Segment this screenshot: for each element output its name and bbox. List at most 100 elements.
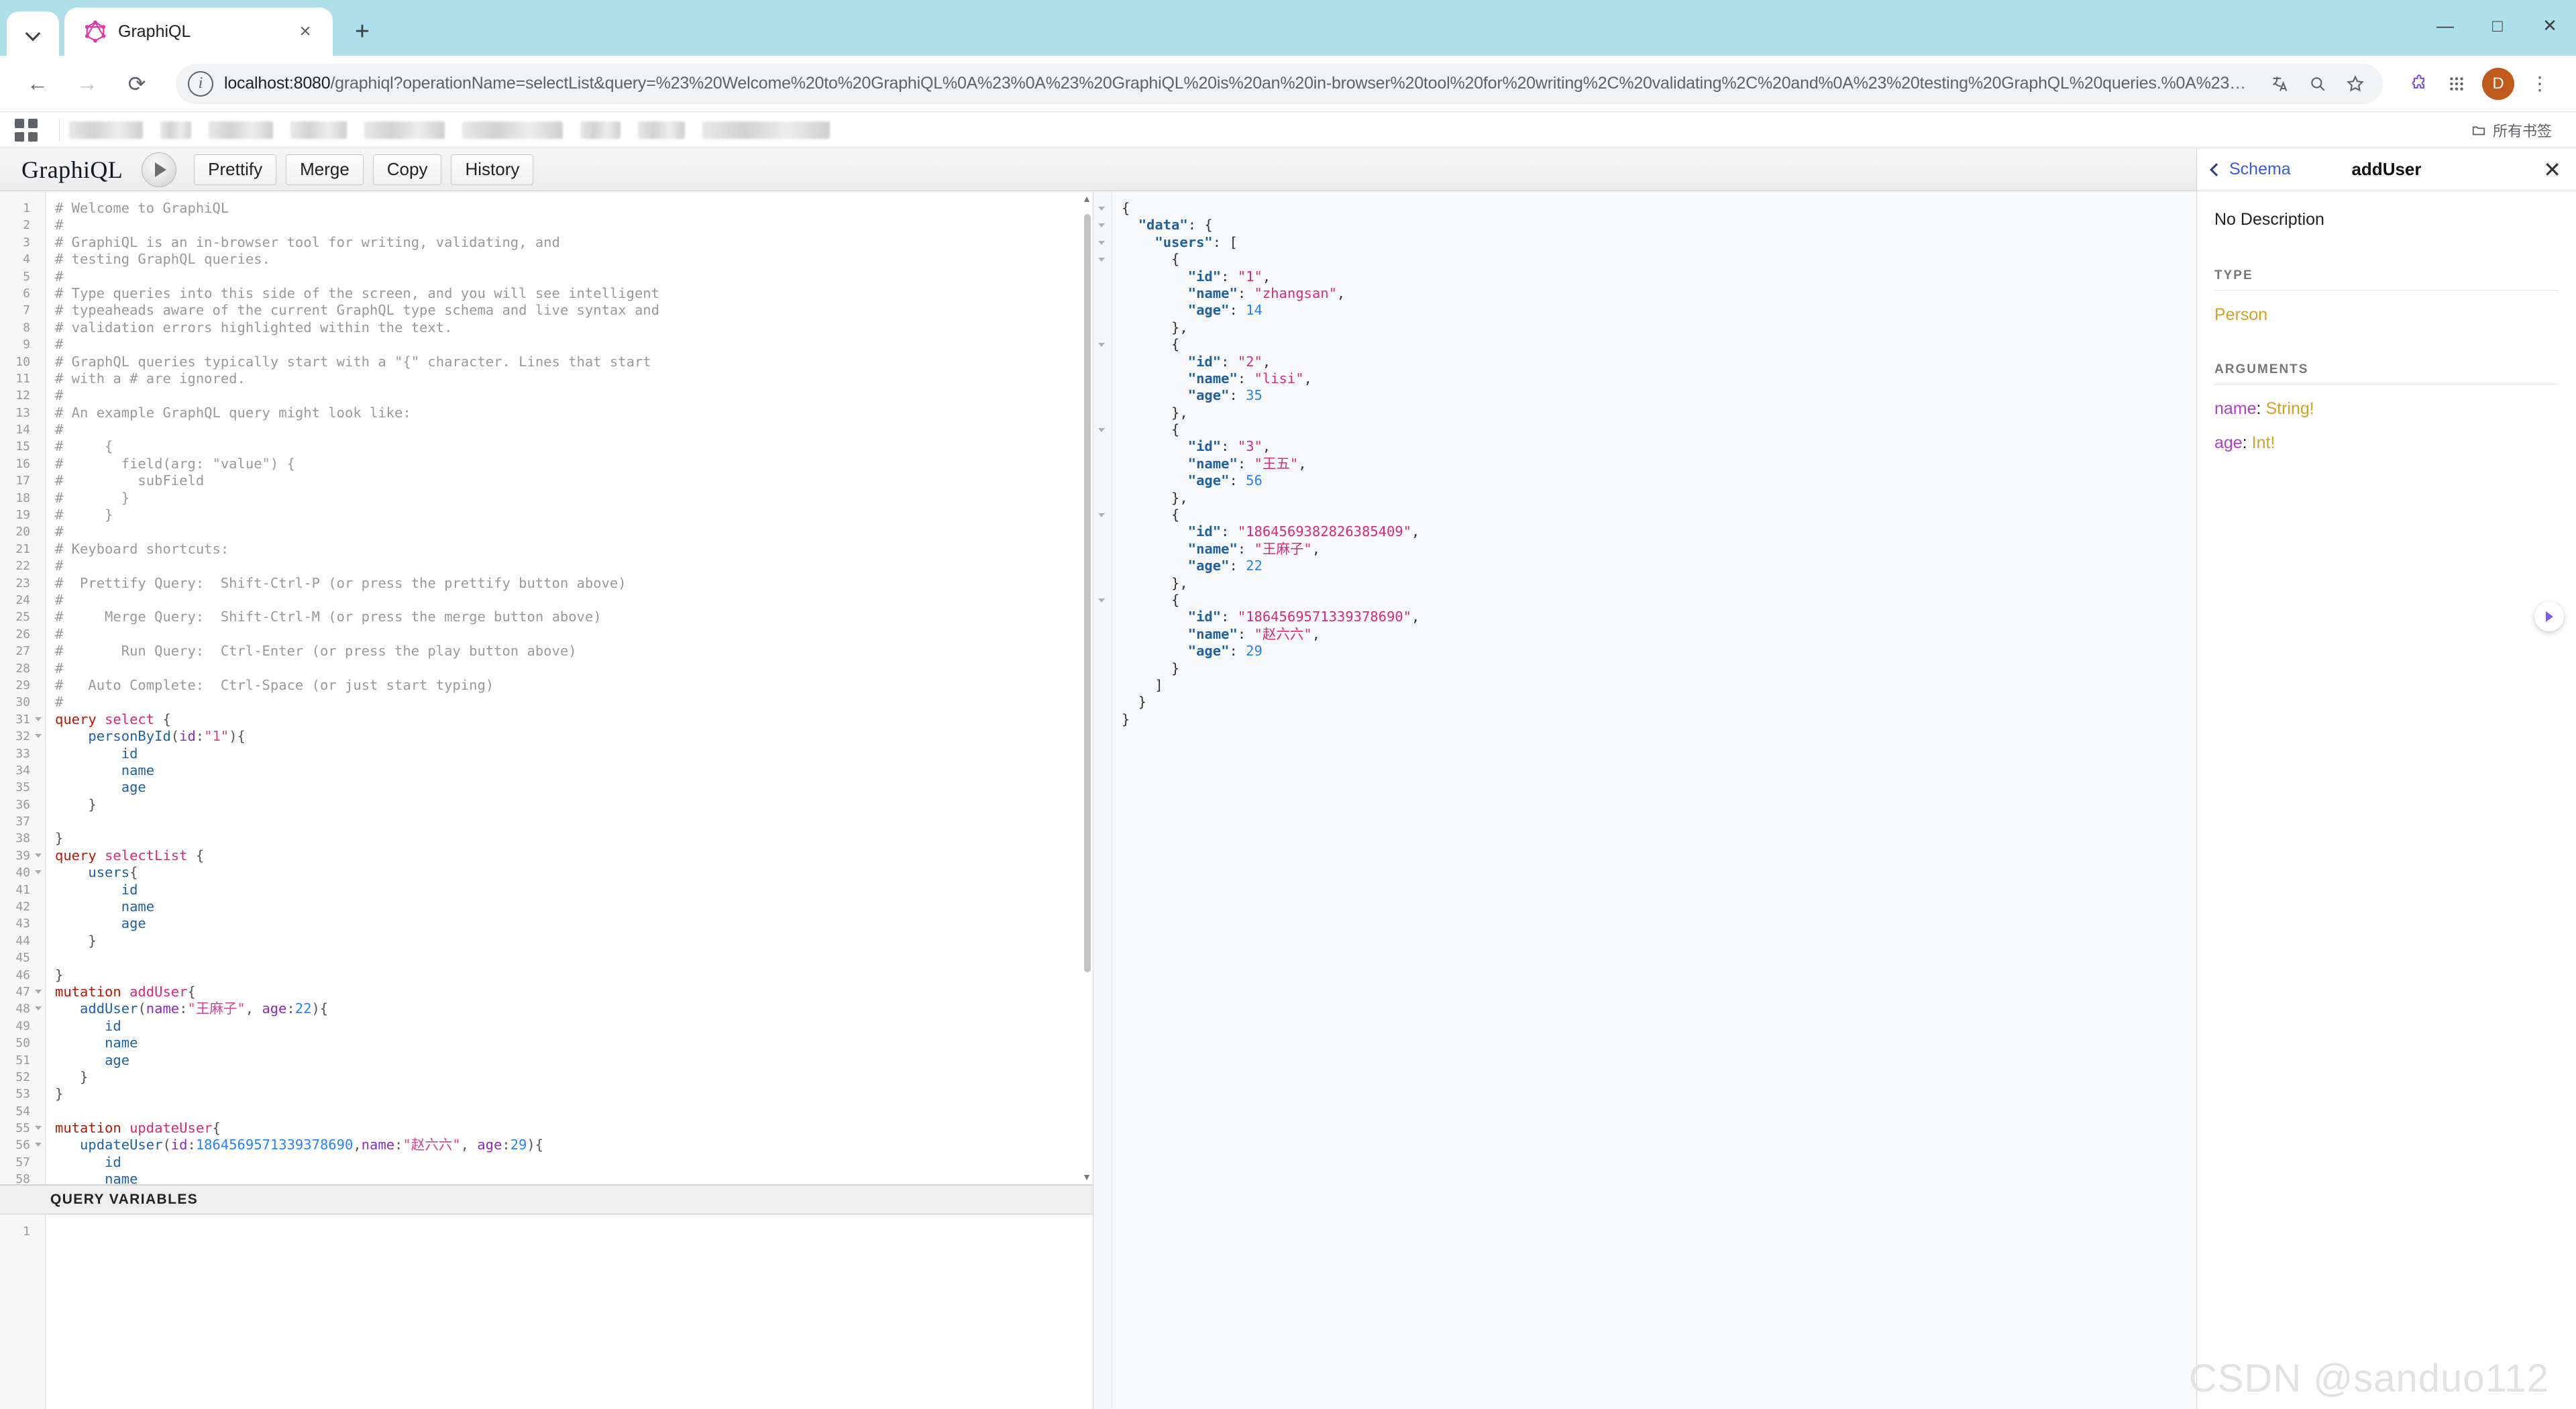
json-token: : (1221, 609, 1238, 625)
apps-grid-icon[interactable] (15, 118, 38, 142)
code-token: updateUser (80, 1137, 163, 1153)
query-code-line (55, 949, 1093, 966)
json-token: "name" (1187, 370, 1238, 386)
bookmark-star-icon[interactable] (2340, 68, 2371, 99)
result-fold-row (1093, 490, 1112, 507)
query-variables-header[interactable]: QUERY VARIABLES (0, 1185, 1093, 1214)
close-tab-icon[interactable]: × (291, 17, 319, 46)
graphql-favicon-icon (85, 20, 106, 43)
copy-button[interactable]: Copy (372, 154, 442, 185)
apps-menu-icon[interactable] (2438, 65, 2475, 103)
query-code-line: } (55, 1086, 1093, 1102)
zoom-icon[interactable] (2302, 68, 2333, 99)
code-token: } (55, 1068, 89, 1085)
query-code-line: # Welcome to GraphiQL (55, 200, 1093, 217)
query-code-line: # (55, 336, 1093, 353)
query-code-line: mutation updateUser{ (55, 1120, 1093, 1137)
query-code-line: # GraphQL queries typically start with a… (55, 354, 1093, 370)
fold-triangle-icon[interactable] (1098, 343, 1105, 348)
code-token: # Keyboard shortcuts: (55, 540, 229, 557)
merge-button[interactable]: Merge (286, 154, 364, 185)
close-window-icon[interactable]: ✕ (2524, 0, 2576, 51)
maximize-window-icon[interactable]: □ (2471, 0, 2524, 51)
code-token: "1" (204, 728, 229, 745)
all-bookmarks-button[interactable]: 所有书签 (2471, 119, 2561, 141)
result-fold-row (1093, 609, 1112, 625)
tab-search-button[interactable] (7, 11, 59, 56)
docs-argument-name[interactable]: age (2214, 433, 2243, 452)
json-token: "王五" (1254, 455, 1299, 472)
fold-triangle-icon[interactable] (35, 1126, 42, 1131)
back-navigation-icon[interactable]: ← (17, 64, 58, 104)
fold-triangle-icon[interactable] (35, 1006, 42, 1011)
window-controls: — □ ✕ (2419, 0, 2576, 51)
fold-triangle-icon[interactable] (1098, 513, 1105, 518)
docs-argument-row[interactable]: name: String! (2214, 399, 2559, 419)
result-json-line: "age": 35 (1122, 387, 2196, 404)
result-json-line: "name": "王五", (1122, 456, 2196, 472)
docs-argument-row[interactable]: age: Int! (2214, 433, 2559, 453)
profile-avatar[interactable]: D (2482, 67, 2514, 100)
fold-triangle-icon[interactable] (1098, 207, 1105, 211)
reload-icon[interactable]: ⟳ (117, 64, 157, 104)
docs-argument-type[interactable]: String (2265, 399, 2309, 418)
execute-query-button[interactable] (142, 152, 177, 187)
result-viewer[interactable]: { "data": { "users": [ { "id": "1", "nam… (1093, 191, 2196, 1409)
bookmark-item[interactable] (580, 121, 621, 139)
code-token: # } (55, 489, 130, 506)
bookmark-item[interactable] (364, 121, 445, 139)
codemirror-variables: 1 (0, 1214, 1093, 1409)
extension-puzzle-icon[interactable] (2400, 65, 2438, 103)
floating-action-button[interactable] (2534, 602, 2564, 631)
query-code-line: # testing GraphQL queries. (55, 251, 1093, 268)
fold-triangle-icon[interactable] (35, 717, 42, 721)
bookmark-item[interactable] (702, 121, 830, 139)
bookmark-item[interactable] (462, 121, 563, 139)
query-line-number: 56 (0, 1137, 45, 1153)
docs-back-button[interactable]: Schema (2210, 160, 2291, 179)
fold-triangle-icon[interactable] (1098, 598, 1105, 603)
fold-triangle-icon[interactable] (1098, 240, 1105, 245)
address-bar[interactable]: i localhost:8080/graphiql?operationName=… (176, 63, 2383, 104)
variables-code-area[interactable] (46, 1214, 1093, 1409)
browser-tab[interactable]: GraphiQL × (64, 7, 333, 56)
close-docs-icon[interactable]: ✕ (2543, 157, 2561, 182)
fold-triangle-icon[interactable] (35, 853, 42, 857)
query-editor[interactable]: 1 2 3 4 5 6 7 8 9 10 11 12 13 14 15 16 17 18 19 20 21 22 23 24 2… (0, 191, 1093, 1185)
bookmark-item[interactable] (69, 121, 143, 139)
query-code-line: # typeaheads aware of the current GraphQ… (55, 302, 1093, 319)
json-token: 14 (1246, 302, 1263, 319)
scroll-up-arrow[interactable]: ▲ (1082, 193, 1091, 204)
bookmark-item[interactable] (290, 121, 347, 139)
translate-icon[interactable] (2265, 68, 2296, 99)
new-tab-button[interactable]: + (342, 11, 382, 52)
docs-type-link[interactable]: Person (2214, 305, 2559, 325)
bookmark-item[interactable] (209, 121, 273, 139)
query-variables-editor[interactable]: 1 (0, 1214, 1093, 1409)
site-info-icon[interactable]: i (188, 70, 213, 97)
browser-menu-icon[interactable]: ⋮ (2521, 65, 2559, 103)
minimize-window-icon[interactable]: — (2419, 0, 2471, 51)
fold-triangle-icon[interactable] (1098, 258, 1105, 262)
history-button[interactable]: History (451, 154, 534, 185)
json-token: : (1221, 438, 1238, 455)
scroll-down-arrow[interactable]: ▼ (1082, 1171, 1091, 1182)
query-scrollbar-thumb[interactable] (1084, 214, 1091, 972)
prettify-button[interactable]: Prettify (194, 154, 277, 185)
fold-triangle-icon[interactable] (1098, 428, 1105, 433)
result-fold-row (1093, 592, 1112, 609)
fold-triangle-icon[interactable] (1098, 223, 1105, 228)
result-fold-row (1093, 200, 1112, 217)
fold-triangle-icon[interactable] (35, 870, 42, 875)
forward-navigation-icon[interactable]: → (67, 64, 107, 104)
bookmark-item[interactable] (160, 121, 191, 139)
docs-argument-name[interactable]: name (2214, 399, 2257, 418)
fold-triangle-icon[interactable] (35, 1143, 42, 1147)
fold-triangle-icon[interactable] (35, 989, 42, 994)
docs-argument-type[interactable]: Int (2252, 433, 2271, 452)
query-code-area[interactable]: # Welcome to GraphiQL # # GraphiQL is an i… (46, 191, 1093, 1184)
fold-triangle-icon[interactable] (35, 734, 42, 739)
bookmark-item[interactable] (638, 121, 685, 139)
